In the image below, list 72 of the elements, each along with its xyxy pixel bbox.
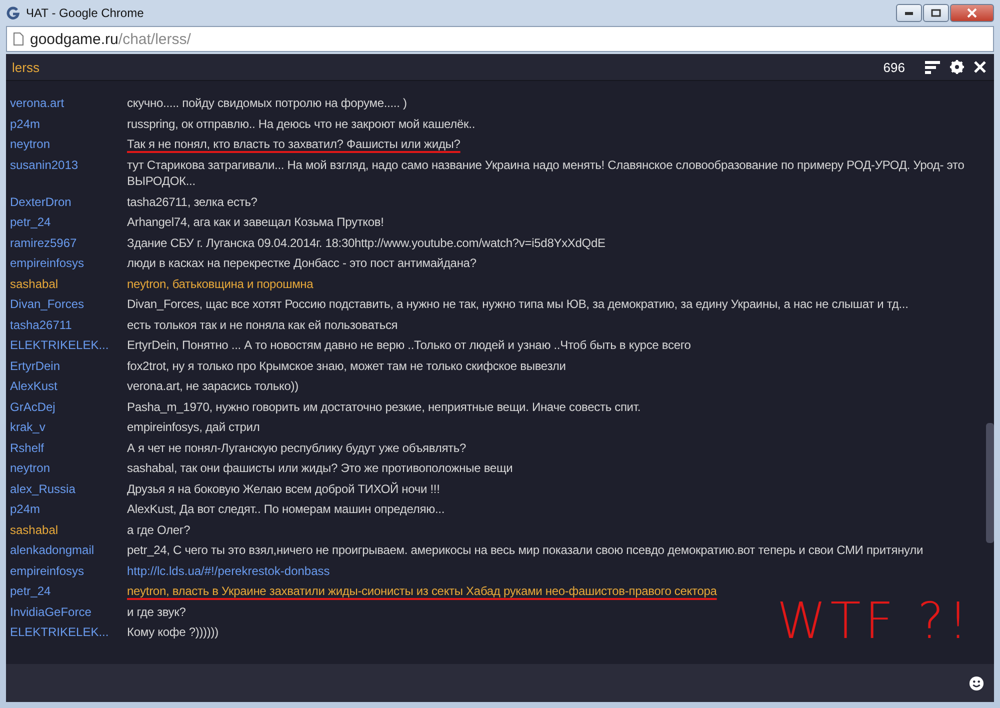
message-text: fox2trot, ну я только про Крымское знаю, может там не только скифское вывезли (127, 358, 567, 374)
username[interactable]: sashabal (6, 276, 127, 292)
message-text: Друзья я на боковую Желаю всем доброй ТИХОЙ ночи !!! (127, 480, 441, 497)
username[interactable]: alex_Russia (6, 480, 127, 497)
browser-logo-icon (6, 6, 20, 20)
maximize-button[interactable] (923, 4, 949, 22)
username[interactable]: DexterDron (6, 194, 127, 210)
window-title: ЧАТ - Google Chrome (26, 6, 145, 20)
message-text: neytron, власть в Украине захватили жиды-сионисты из секты Хабад руками нео-фашистов-правого сектора (127, 583, 718, 600)
username[interactable]: neytron (6, 460, 127, 476)
username[interactable]: verona.art (6, 95, 127, 112)
message-text: AlexKust, Да вот следят.. По номерам машин определяю... (127, 501, 446, 518)
username[interactable]: ErtyrDein (6, 358, 127, 374)
close-icon (967, 8, 977, 18)
username[interactable]: alenkadongmail (6, 542, 127, 558)
message-text: russpring, ок отправлю.. На деюсь что не закроют мой кашелёк.. (127, 116, 476, 132)
message-text: Кому кофе ?)))))) (127, 624, 220, 640)
username[interactable]: ELEKTRIKELEK... (6, 337, 127, 354)
username[interactable]: InvidiaGeForce (6, 604, 127, 620)
message-text: verona.art, не зарасись только)) (127, 378, 300, 394)
message-text: tasha26711, зелка есть? (127, 194, 258, 210)
username[interactable]: GrAcDej (6, 398, 127, 415)
list-icon[interactable] (925, 60, 940, 74)
page-icon (13, 32, 24, 46)
message-text: petr_24, С чего ты это взял,ничего не проигрываем. америкосы на весь мир показали свою псевдо демократию.вот теперь и свои СМИ притянули (127, 542, 924, 558)
viewer-count: 696 (883, 60, 905, 74)
smiley-icon[interactable] (969, 676, 984, 690)
message-text: empireinfosys, дай стрил (127, 419, 261, 436)
address-bar[interactable]: goodgame.ru/chat/lerss/ (6, 26, 994, 52)
username[interactable]: empireinfosys (6, 562, 127, 579)
minimize-icon (905, 12, 913, 14)
message-text: и где звук? (127, 604, 187, 620)
message-text: есть толькоя так и не поняла как ей пользоваться (127, 316, 399, 333)
close-icon[interactable] (974, 61, 986, 73)
message-text: скучно..... пойду свидомых потролю на форуме..... ) (127, 95, 408, 112)
close-button[interactable] (950, 4, 994, 22)
maximize-icon (931, 9, 941, 17)
message-text: sashabal, так они фашисты или жиды? Это же противоположные вещи (127, 460, 514, 476)
message-input[interactable] (6, 664, 994, 702)
username[interactable]: empireinfosys (6, 255, 127, 272)
username[interactable]: Rshelf (6, 440, 127, 456)
channel-name: lerss (12, 60, 40, 74)
message-text: а где Олег? (127, 522, 192, 538)
username[interactable]: AlexKust (6, 378, 127, 394)
message-text: Divan_Forces, щас все хотят Россию подставить, а нужно не так, нужно типа мы ЮВ, за демократию, за едину Украины, а нас не слышат и тд... (127, 296, 910, 312)
message-text: ErtyrDein, Понятно ... А то новостям давно не верю ..Только от людей и узнаю ..Чтоб быть в курсе всего (127, 337, 692, 354)
message-text: А я чет не понял-Луганскую республику будут уже объявлять? (127, 440, 468, 456)
username[interactable]: Divan_Forces (6, 296, 127, 312)
username[interactable]: p24m (6, 116, 127, 132)
username[interactable]: petr_24 (6, 214, 127, 230)
message-link[interactable]: http://lc.lds.ua/#!/perekrestok-donbass (127, 562, 330, 579)
message-text: Arhangel74, ага как и завещал Козьма Прутков! (127, 214, 385, 230)
username[interactable]: neytron (6, 136, 127, 152)
url-text: goodgame.ru/chat/lerss/ (30, 30, 191, 48)
settings-icon[interactable] (950, 60, 964, 74)
message-text: тут Старикова затрагивали... На мой взгляд, надо само название Украина надо менять! Славянское словообразование по примеру РОД-УРОД. Урод- это ВЫРОДОК... (127, 156, 966, 190)
minimize-button[interactable] (896, 4, 922, 22)
username[interactable]: tasha26711 (6, 316, 127, 333)
message-text: neytron, батьковщина и порошмна (127, 276, 314, 292)
username[interactable]: ELEKTRIKELEK... (6, 624, 127, 640)
scrollbar-thumb[interactable] (986, 422, 994, 542)
handwritten-annotation: WTF ?! (776, 592, 972, 650)
username[interactable]: susanin2013 (6, 156, 127, 190)
username[interactable]: ramirez5967 (6, 234, 127, 251)
username[interactable]: petr_24 (6, 583, 127, 600)
message-text: Pasha_m_1970, нужно говорить им достаточно резкие, неприятные вещи. Иначе совесть спит. (127, 398, 642, 415)
message-text: Здание СБУ г. Луганска 09.04.2014г. 18:30http://www.youtube.com/watch?v=i5d8YxXdQdE (127, 234, 606, 251)
username[interactable]: p24m (6, 501, 127, 518)
message-text: люди в касках на перекрестке Донбасс - это пост антимайдана? (127, 255, 478, 272)
username[interactable]: sashabal (6, 522, 127, 538)
message-text: Так я не понял, кто власть то захватил? Фашисты или жиды? (127, 136, 462, 152)
username[interactable]: krak_v (6, 419, 127, 436)
